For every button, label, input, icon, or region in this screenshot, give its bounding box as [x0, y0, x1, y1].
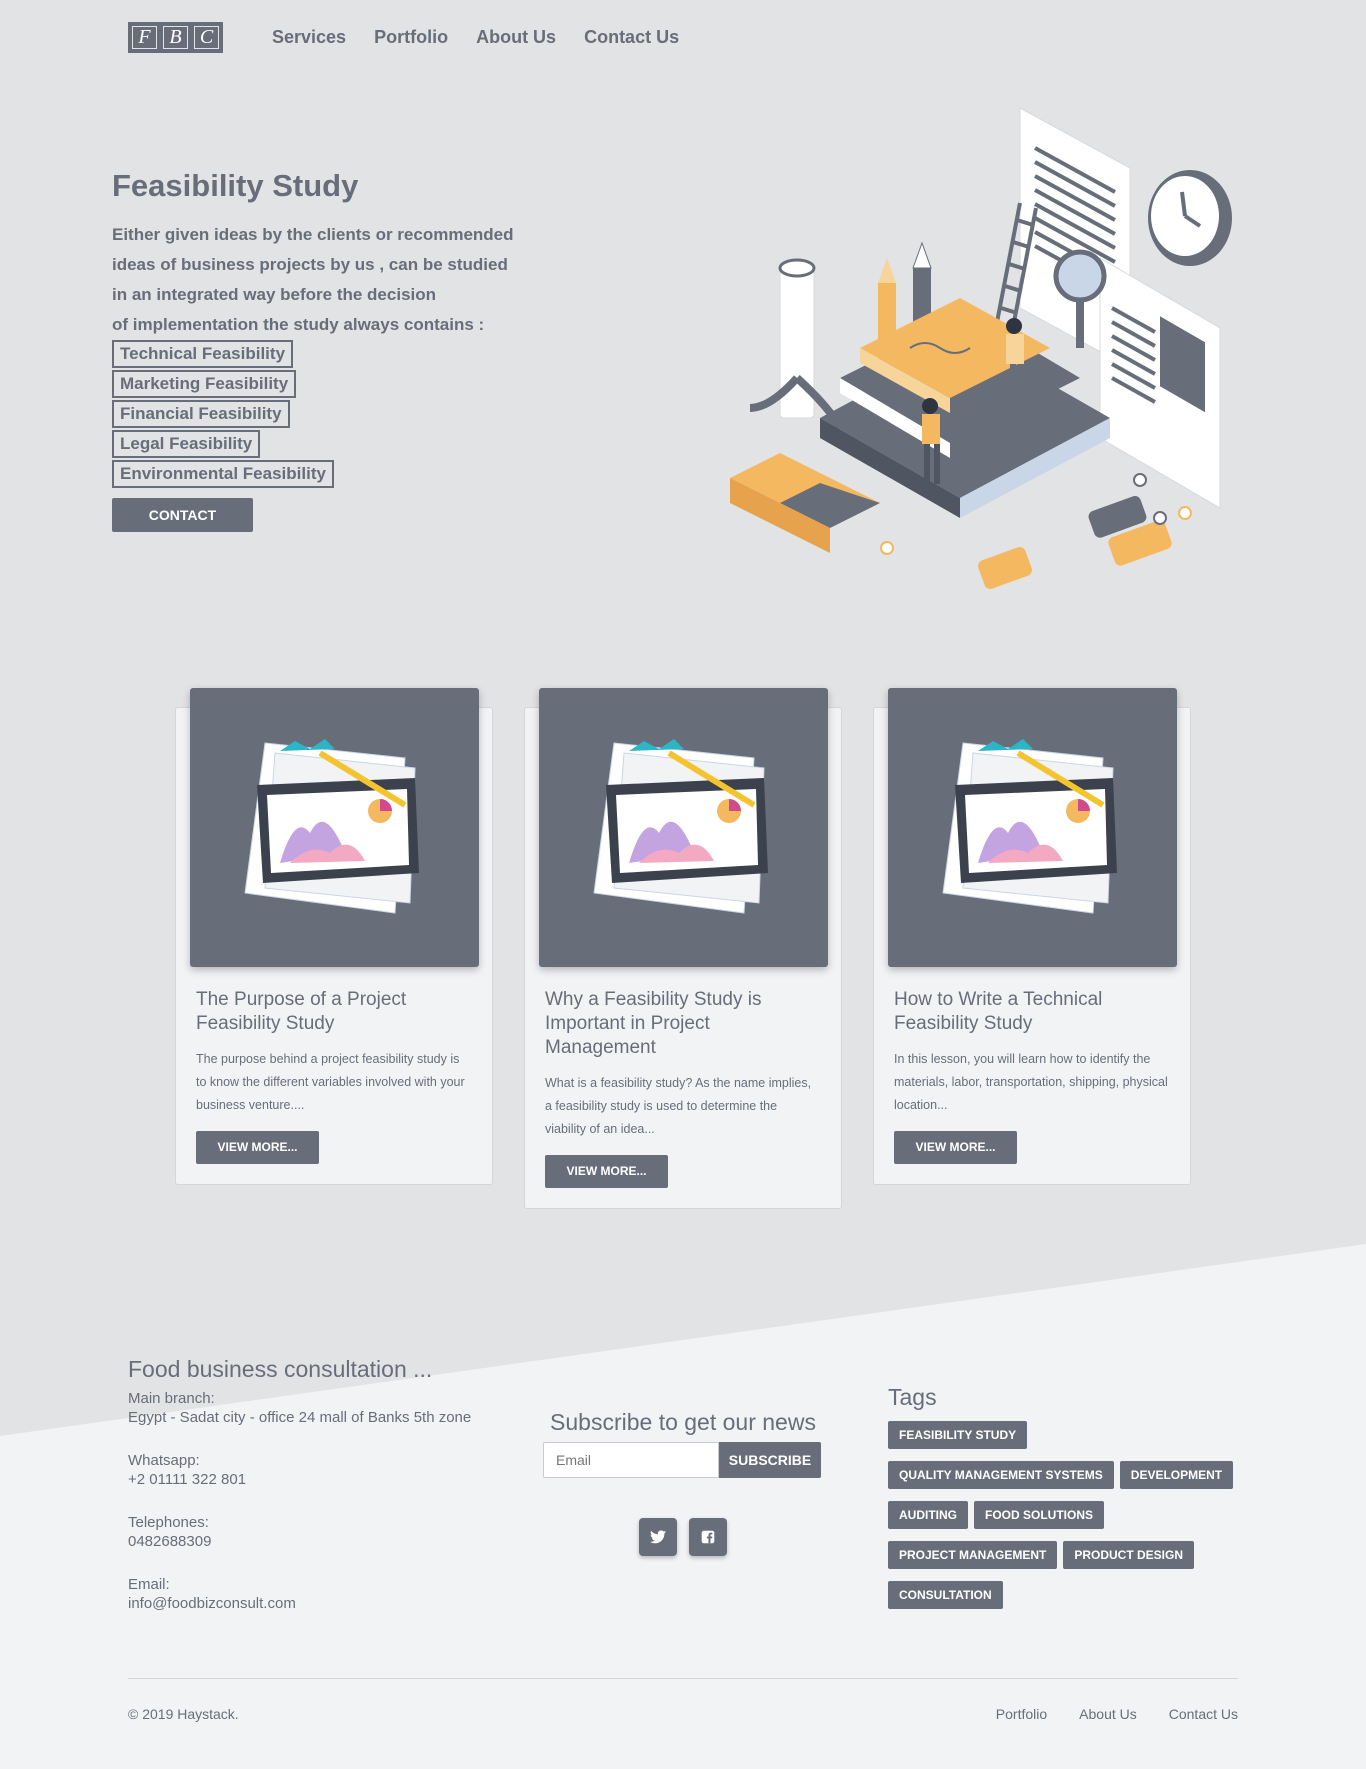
facebook-icon	[701, 1530, 715, 1544]
hero-lead: Either given ideas by the clients or rec…	[112, 220, 552, 340]
hero-lead-line: Either given ideas by the clients or rec…	[112, 225, 514, 244]
tags-section: Tags FEASIBILITY STUDY QUALITY MANAGEMEN…	[888, 1384, 1248, 1609]
feature-marketing: Marketing Feasibility	[112, 370, 297, 398]
twitter-icon	[650, 1530, 666, 1544]
footer-contact-info: Food business consultation ... Main bran…	[128, 1356, 508, 1637]
hero-lead-line: ideas of business projects by us , can b…	[112, 255, 508, 274]
logo-letter-b: B	[161, 24, 190, 51]
tags-title: Tags	[888, 1384, 937, 1410]
contact-button[interactable]: CONTACT	[112, 498, 253, 532]
tag-project-management[interactable]: PROJECT MANAGEMENT	[888, 1541, 1058, 1569]
subscribe-section: Subscribe to get our news SUBSCRIBE	[543, 1409, 823, 1556]
feature-financial: Financial Feasibility	[112, 400, 290, 428]
telephone-number[interactable]: 0482688309	[128, 1532, 508, 1551]
view-more-button[interactable]: VIEW MORE...	[196, 1131, 319, 1164]
subscribe-form: SUBSCRIBE	[543, 1442, 823, 1478]
hero-section: Feasibility Study Either given ideas by …	[112, 168, 552, 532]
nav-links: Services Portfolio About Us Contact Us	[272, 27, 679, 48]
nav-link-portfolio[interactable]: Portfolio	[374, 27, 448, 48]
card-title[interactable]: The Purpose of a Project Feasibility Stu…	[196, 988, 472, 1036]
whatsapp-number[interactable]: +2 01111 322 801	[128, 1470, 508, 1489]
hero-illustration	[730, 108, 1232, 589]
hero-lead-line: in an integrated way before the decision	[112, 285, 437, 304]
footer-link-contact-us[interactable]: Contact Us	[1169, 1706, 1238, 1722]
footer-company-name: Food business consultation ...	[128, 1356, 433, 1382]
tag-list: FEASIBILITY STUDY QUALITY MANAGEMENT SYS…	[888, 1421, 1248, 1609]
card-title[interactable]: How to Write a Technical Feasibility Stu…	[894, 988, 1170, 1036]
nav-link-services[interactable]: Services	[272, 27, 346, 48]
social-links	[543, 1518, 823, 1556]
copyright: © 2019 Haystack.	[128, 1706, 239, 1722]
telephones-label: Telephones:	[128, 1514, 209, 1531]
hero-lead-line: of implementation the study always conta…	[112, 315, 485, 334]
main-branch-label: Main branch:	[128, 1390, 215, 1407]
analytics-tablet-icon	[941, 738, 1117, 914]
fbc-logo[interactable]: F B C	[128, 22, 223, 53]
tag-quality-management-systems[interactable]: QUALITY MANAGEMENT SYSTEMS	[888, 1461, 1114, 1489]
subscribe-button[interactable]: SUBSCRIBE	[719, 1442, 821, 1478]
whatsapp-label: Whatsapp:	[128, 1452, 200, 1469]
card-excerpt: The purpose behind a project feasibility…	[196, 1052, 465, 1112]
tag-food-solutions[interactable]: FOOD SOLUTIONS	[974, 1501, 1104, 1529]
card-excerpt: What is a feasibility study? As the name…	[545, 1076, 812, 1136]
card-title[interactable]: Why a Feasibility Study is Important in …	[545, 988, 821, 1060]
view-more-button[interactable]: VIEW MORE...	[894, 1131, 1017, 1164]
tag-consultation[interactable]: CONSULTATION	[888, 1581, 1003, 1609]
feature-environmental: Environmental Feasibility	[112, 460, 334, 488]
footer-divider	[128, 1678, 1238, 1679]
facebook-button[interactable]	[689, 1518, 727, 1556]
article-card: How to Write a Technical Feasibility Stu…	[873, 688, 1191, 1185]
card-excerpt: In this lesson, you will learn how to id…	[894, 1052, 1168, 1112]
feature-list: Technical Feasibility Marketing Feasibil…	[112, 340, 552, 490]
main-branch-address: Egypt - Sadat city - office 24 mall of B…	[128, 1409, 472, 1426]
nav-link-contact-us[interactable]: Contact Us	[584, 27, 679, 48]
footer-links: Portfolio About Us Contact Us	[996, 1706, 1238, 1722]
tag-feasibility-study[interactable]: FEASIBILITY STUDY	[888, 1421, 1028, 1449]
email-address[interactable]: info@foodbizconsult.com	[128, 1594, 508, 1613]
footer-link-about-us[interactable]: About Us	[1079, 1706, 1137, 1722]
card-thumbnail	[190, 688, 479, 967]
card-thumbnail	[888, 688, 1177, 967]
feature-technical: Technical Feasibility	[112, 340, 294, 368]
tag-auditing[interactable]: AUDITING	[888, 1501, 968, 1529]
card-thumbnail	[539, 688, 828, 967]
feature-legal: Legal Feasibility	[112, 430, 261, 458]
view-more-button[interactable]: VIEW MORE...	[545, 1155, 668, 1188]
logo-letter-c: C	[192, 24, 221, 51]
logo-letter-f: F	[130, 24, 159, 51]
subscribe-title: Subscribe to get our news	[550, 1409, 816, 1435]
article-card: The Purpose of a Project Feasibility Stu…	[175, 688, 493, 1185]
tag-development[interactable]: DEVELOPMENT	[1119, 1461, 1234, 1489]
footer-link-portfolio[interactable]: Portfolio	[996, 1706, 1047, 1722]
tag-product-design[interactable]: PRODUCT DESIGN	[1063, 1541, 1195, 1569]
analytics-tablet-icon	[592, 738, 768, 914]
subscribe-email-input[interactable]	[543, 1442, 719, 1478]
twitter-button[interactable]	[639, 1518, 677, 1556]
nav-link-about-us[interactable]: About Us	[476, 27, 556, 48]
hero-title: Feasibility Study	[112, 168, 359, 203]
article-card: Why a Feasibility Study is Important in …	[524, 688, 842, 1209]
analytics-tablet-icon	[243, 738, 419, 914]
email-label: Email:	[128, 1576, 170, 1593]
top-nav: F B C Services Portfolio About Us Contac…	[128, 22, 679, 53]
